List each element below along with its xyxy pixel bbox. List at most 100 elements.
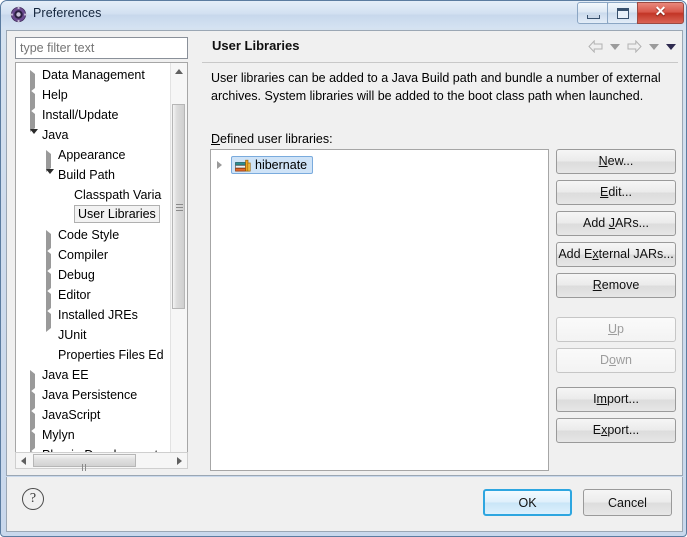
dialog-content: Data Management Help Install/Update Java App…	[6, 30, 683, 489]
sidebar-item-build-path[interactable]: Build Path	[16, 165, 176, 188]
sidebar-item-java[interactable]: Java	[16, 125, 176, 148]
sidebar-item-mylyn[interactable]: Mylyn	[16, 425, 176, 452]
button-mnemonic: R	[592, 278, 602, 292]
button-mnemonic: o	[609, 353, 616, 367]
forward-arrow-icon[interactable]	[627, 39, 642, 54]
new-button[interactable]: New...	[556, 149, 676, 174]
list-item[interactable]: hibernate	[217, 155, 314, 175]
back-history-chevron-down-icon[interactable]	[610, 43, 620, 50]
sidebar-item-label: Debug	[58, 268, 95, 282]
expand-chevron-right-icon[interactable]	[217, 161, 227, 169]
library-name: hibernate	[255, 158, 308, 172]
tree-horizontal-scrollbar[interactable]	[15, 452, 188, 489]
button-label-post: wn	[616, 353, 632, 367]
close-button[interactable]: ✕	[637, 2, 684, 24]
button-mnemonic: N	[598, 154, 608, 168]
preferences-tree[interactable]: Data Management Help Install/Update Java App…	[15, 62, 188, 466]
button-label-pre: E	[592, 423, 602, 437]
chevron-right-icon[interactable]	[46, 230, 54, 252]
scroll-right-button[interactable]	[171, 453, 187, 468]
button-mnemonic: m	[596, 392, 607, 406]
sidebar-item-installed-jres[interactable]: Installed JREs	[16, 305, 176, 332]
sidebar-item-javascript[interactable]: JavaScript	[16, 405, 176, 432]
sidebar-item-label: Java	[42, 128, 69, 142]
sidebar-item-properties-files-ed[interactable]: Properties Files Ed	[16, 345, 176, 365]
import-button[interactable]: Import...	[556, 387, 676, 412]
sidebar-item-label: Appearance	[58, 148, 126, 162]
ok-button[interactable]: OK	[483, 489, 572, 516]
sidebar-item-label: Java Persistence	[42, 388, 138, 402]
scroll-up-button[interactable]	[171, 63, 187, 80]
chevron-right-icon[interactable]	[46, 150, 54, 172]
down-button: Down	[556, 348, 676, 373]
chevron-right-icon[interactable]	[30, 110, 38, 132]
chevron-right-icon[interactable]	[46, 290, 54, 312]
sidebar-item-label: Install/Update	[42, 108, 119, 122]
sidebar-item-help[interactable]: Help	[16, 85, 176, 112]
library-entry-selected[interactable]: hibernate	[231, 156, 314, 174]
chevron-right-icon[interactable]	[30, 430, 38, 452]
sidebar-item-data-management[interactable]: Data Management	[16, 65, 176, 92]
add-external-jars-button[interactable]: Add External JARs...	[556, 242, 676, 267]
sidebar-item-compiler[interactable]: Compiler	[16, 245, 176, 272]
tree-vertical-scrollbar[interactable]	[170, 63, 187, 465]
chevron-right-icon[interactable]	[46, 250, 54, 272]
chevron-right-icon[interactable]	[46, 310, 54, 332]
chevron-right-icon[interactable]	[30, 90, 38, 112]
sidebar-item-label: Code Style	[58, 228, 120, 242]
scroll-left-button[interactable]	[16, 453, 32, 468]
sidebar-item-label: JavaScript	[42, 408, 101, 422]
sidebar-item-java-persistence[interactable]: Java Persistence	[16, 385, 176, 412]
sidebar-item-install-update[interactable]: Install/Update	[16, 105, 176, 132]
defined-libraries-label: Defined user libraries:	[211, 132, 333, 146]
sidebar-item-code-style[interactable]: Code Style	[16, 225, 176, 252]
sidebar-item-user-libraries[interactable]: User Libraries	[16, 205, 176, 225]
chevron-right-icon[interactable]	[30, 390, 38, 412]
chevron-down-icon[interactable]	[46, 169, 54, 188]
edit-button[interactable]: Edit...	[556, 180, 676, 205]
button-mnemonic: U	[608, 322, 618, 336]
export-button[interactable]: Export...	[556, 418, 676, 443]
sidebar-item-label: Installed JREs	[58, 308, 138, 322]
tree-hscroll-thumb[interactable]	[33, 454, 136, 489]
chevron-up-icon	[175, 69, 183, 74]
page-header: User Libraries	[202, 31, 682, 63]
maximize-icon	[617, 8, 629, 19]
tree-scroll-thumb[interactable]	[172, 104, 185, 309]
sidebar-item-label: Mylyn	[42, 428, 75, 442]
minimize-button[interactable]	[577, 2, 608, 24]
window-title: Preferences	[33, 6, 102, 20]
sidebar-item-editor[interactable]: Editor	[16, 285, 176, 312]
filter-input[interactable]	[15, 37, 188, 59]
cancel-button[interactable]: Cancel	[583, 489, 672, 516]
page-menu-chevron-down-icon[interactable]	[666, 43, 676, 50]
scroll-grip-icon	[176, 204, 183, 211]
up-button: Up	[556, 317, 676, 342]
remove-button[interactable]: Remove	[556, 273, 676, 298]
footer-buttons: OK Cancel	[472, 489, 672, 516]
sidebar-item-label: Build Path	[58, 168, 115, 182]
mnemonic-letter: D	[211, 132, 221, 146]
sidebar-item-debug[interactable]: Debug	[16, 265, 176, 292]
chevron-right-icon[interactable]	[30, 410, 38, 432]
preferences-gear-icon	[10, 6, 27, 23]
help-icon[interactable]: ?	[22, 488, 44, 510]
user-libraries-list[interactable]: hibernate	[210, 149, 549, 471]
button-label-post: port...	[606, 392, 639, 406]
chevron-right-icon[interactable]	[30, 70, 38, 92]
sidebar-item-java-ee[interactable]: Java EE	[16, 365, 176, 392]
back-arrow-icon[interactable]	[588, 39, 603, 54]
sidebar-item-classpath-varia[interactable]: Classpath Varia	[16, 185, 176, 205]
chevron-right-icon[interactable]	[46, 270, 54, 292]
sidebar-item-junit[interactable]: JUnit	[16, 325, 176, 345]
chevron-right-icon[interactable]	[30, 370, 38, 392]
button-label-post: dit...	[608, 185, 632, 199]
page-description: User libraries can be added to a Java Bu…	[211, 71, 661, 103]
forward-history-chevron-down-icon[interactable]	[649, 43, 659, 50]
sidebar-item-appearance[interactable]: Appearance	[16, 145, 176, 172]
sidebar-item-label: Compiler	[58, 248, 109, 262]
chevron-down-icon[interactable]	[30, 129, 38, 148]
maximize-button[interactable]	[607, 2, 638, 24]
add-jars-button[interactable]: Add JARs...	[556, 211, 676, 236]
sidebar-item-label: Properties Files Ed	[58, 348, 164, 362]
